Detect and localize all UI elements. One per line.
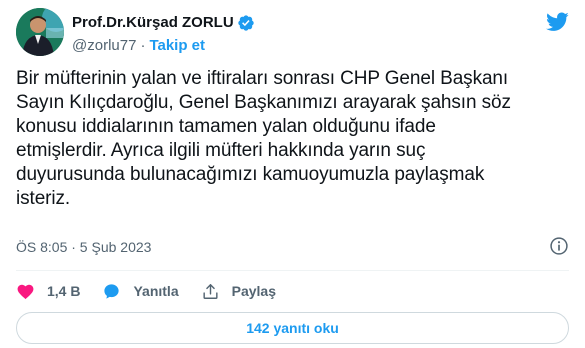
share-button[interactable]: Paylaş	[201, 282, 276, 301]
author-display-name[interactable]: Prof.Dr.Kürşad ZORLU	[72, 14, 234, 31]
separator-dot: ·	[140, 36, 146, 54]
action-bar: 1,4 B Yanıtla Paylaş	[16, 280, 298, 302]
info-icon[interactable]	[549, 236, 569, 256]
twitter-bird-icon[interactable]	[546, 12, 569, 32]
like-count: 1,4 B	[47, 283, 81, 299]
reply-label: Yanıtla	[133, 283, 179, 299]
follow-button[interactable]: Takip et	[149, 37, 205, 54]
reply-bubble-icon	[104, 283, 120, 299]
divider	[16, 270, 569, 271]
read-replies-button[interactable]: 142 yanıtı oku	[16, 312, 569, 344]
avatar[interactable]	[16, 8, 64, 56]
tweet-text: Bir müfterinin yalan ve iftiraları sonra…	[16, 68, 511, 209]
heart-icon	[17, 284, 34, 299]
verified-badge-icon	[238, 14, 254, 31]
author-handle[interactable]: @zorlu77	[72, 37, 136, 54]
tweet-card: Prof.Dr.Kürşad ZORLU @zorlu77 · Takip et…	[0, 0, 585, 348]
like-button[interactable]: 1,4 B	[16, 282, 80, 301]
tweet-meta: ÖS 8:05 · 5 Şub 2023	[16, 236, 569, 258]
share-label: Paylaş	[231, 283, 276, 299]
tweet-header: Prof.Dr.Kürşad ZORLU @zorlu77 · Takip et	[16, 8, 569, 58]
tweet-timestamp[interactable]: ÖS 8:05 · 5 Şub 2023	[16, 239, 151, 255]
reply-button[interactable]: Yanıtla	[102, 282, 179, 301]
author-info: Prof.Dr.Kürşad ZORLU @zorlu77 · Takip et	[72, 13, 255, 56]
share-icon	[203, 283, 218, 299]
